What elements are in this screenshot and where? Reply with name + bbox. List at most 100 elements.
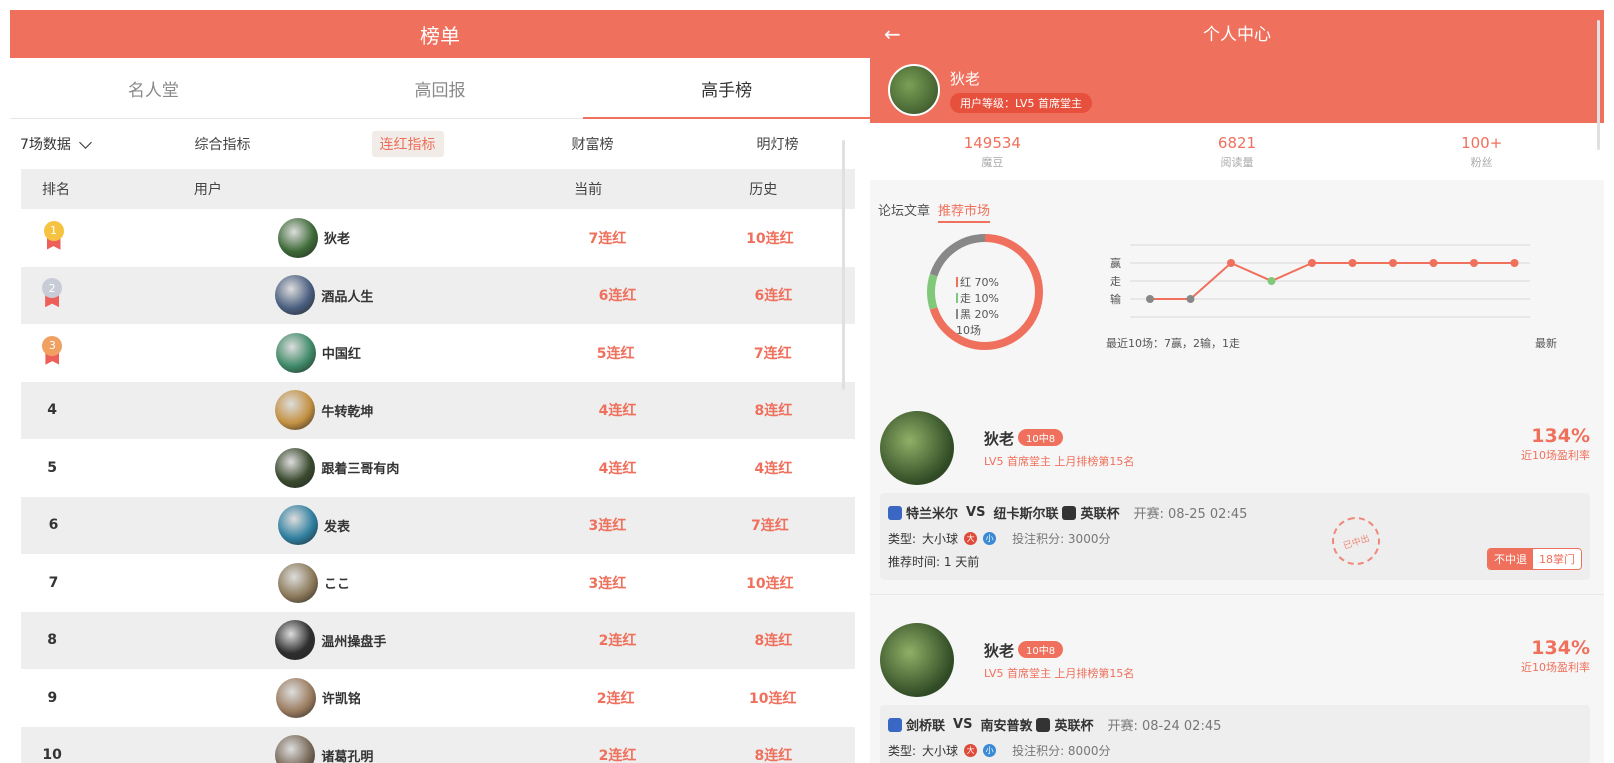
table-row[interactable]: 4 牛转乾坤 4连红 8连红 (21, 381, 855, 439)
line-chart-caption: 最近10场：7赢，2输，1走 (1106, 337, 1240, 350)
recommendation-card[interactable]: 狄老 10中8 LV5 首席堂主 上月排榜第15名 134% 近10场盈利率 剑桥联 VS 南… (870, 615, 1604, 763)
avatar[interactable] (275, 332, 316, 373)
back-arrow-icon[interactable]: ← (884, 22, 901, 46)
avatar[interactable] (278, 562, 318, 603)
bet-type: 大小球 (922, 744, 959, 758)
metric-streak-label: 连红指标 (371, 131, 444, 157)
data-point (1308, 259, 1316, 267)
over-tag-icon: 大 (964, 532, 978, 545)
user-cell[interactable]: 酒品人生 (83, 275, 373, 316)
scrollbar[interactable] (842, 140, 845, 390)
bet-info: 类型: 大小球大小 投注积分: 3000分 (888, 530, 1582, 547)
refund-chip[interactable]: 不中退 18掌门 (1487, 548, 1582, 570)
legend-black-label: 黑 20% (960, 308, 999, 321)
user-name[interactable]: 许凯铭 (322, 688, 361, 707)
rank-number: 8 (47, 632, 58, 649)
y-tick-label: 输 (1110, 292, 1121, 306)
tab-recommend-market[interactable]: 推荐市场 (938, 200, 991, 223)
rank-cell: 1 (21, 220, 86, 255)
range-dropdown-label: 7场数据 (20, 137, 71, 153)
user-cell[interactable]: 诸葛孔明 (83, 735, 373, 763)
user-cell[interactable]: ここ (86, 562, 350, 603)
rank-number: 10 (42, 747, 62, 763)
avatar[interactable] (880, 623, 954, 697)
legend-black: 黑 20% (956, 307, 999, 323)
match-teams: 剑桥联 VS 南安普敦 英联杯 开赛: 08-24 02:45 (888, 715, 1582, 734)
hit-rate-badge: 10中8 (1018, 640, 1064, 658)
user-cell[interactable]: 狄老 (86, 217, 350, 258)
profit-rate: 134% 近10场盈利率 (1521, 425, 1590, 463)
table-row[interactable]: 3 中国红 5连红 7连红 (21, 324, 855, 382)
tab-experts[interactable]: 高手榜 (583, 58, 870, 119)
table-row[interactable]: 6 发表 3连红 7连红 (21, 496, 855, 554)
table-row[interactable]: 7 ここ 3连红 10连红 (21, 554, 855, 612)
scrollbar[interactable] (1597, 20, 1600, 150)
current-streak: 4连红 (598, 460, 637, 477)
user-cell[interactable]: 跟着三哥有肉 (83, 447, 399, 488)
current-streak: 6连红 (598, 288, 637, 305)
current-streak: 5连红 (596, 345, 635, 362)
away-team: 南安普敦 (980, 719, 1033, 734)
avatar[interactable] (275, 390, 316, 431)
avatar[interactable] (888, 64, 940, 116)
avatar[interactable] (275, 677, 316, 718)
tab-forum-articles[interactable]: 论坛文章 (878, 200, 930, 223)
table-row[interactable]: 9 许凯铭 2连红 10连红 (21, 669, 855, 727)
metric-streak[interactable]: 连红指标 (315, 131, 500, 157)
author-name[interactable]: 狄老 (984, 642, 1014, 660)
avatar[interactable] (278, 505, 318, 546)
tab-hall-of-fame[interactable]: 名人堂 (10, 58, 297, 118)
table-row[interactable]: 2 酒品人生 6连红 6连红 (21, 266, 855, 324)
under-tag-icon: 小 (983, 532, 997, 545)
hit-rate-badge: 10中8 (1018, 428, 1064, 446)
y-tick-label: 走 (1110, 275, 1121, 288)
user-name[interactable]: ここ (324, 573, 350, 592)
medal-icon: 3 (40, 335, 64, 366)
user-cell[interactable]: 发表 (86, 505, 350, 546)
user-cell[interactable]: 温州操盘手 (83, 620, 386, 661)
author-name[interactable]: 狄老 (984, 430, 1014, 448)
metric-overall[interactable]: 综合指标 (130, 131, 315, 157)
data-point (1227, 259, 1235, 267)
match-card[interactable]: 剑桥联 VS 南安普敦 英联杯 开赛: 08-24 02:45 类型: 大小球大小 投注积分:… (880, 705, 1590, 763)
tab-high-return[interactable]: 高回报 (297, 58, 584, 118)
donut-legend: 红 70% 走 10% 黑 20% 10场 (956, 275, 999, 339)
leaderboard-header: 榜单 (10, 10, 870, 58)
stat-beans[interactable]: 149534 魔豆 (870, 134, 1115, 170)
user-name[interactable]: 狄老 (324, 228, 350, 247)
stats-charts: 红 70% 走 10% 黑 20% 10场 赢走输 最近10场：7赢，2输，1走… (870, 223, 1604, 383)
bet-info: 类型: 大小球大小 投注积分: 8000分 (888, 742, 1582, 759)
user-cell[interactable]: 许凯铭 (84, 677, 361, 718)
avatar[interactable] (275, 447, 316, 488)
table-row[interactable]: 10 诸葛孔明 2连红 8连红 (21, 726, 855, 763)
avatar[interactable] (275, 620, 316, 661)
match-card[interactable]: 特兰米尔 VS 纽卡斯尔联 英联杯 开赛: 08-25 02:45 类型: 大小球大小 投注积… (880, 493, 1590, 580)
metric-wealth[interactable]: 财富榜 (500, 131, 685, 157)
away-team: 纽卡斯尔联 (993, 507, 1059, 522)
avatar[interactable] (880, 411, 954, 485)
recommendation-card[interactable]: 狄老 10中8 LV5 首席堂主 上月排榜第15名 134% 近10场盈利率 特兰米尔 VS… (870, 403, 1604, 595)
rank-cell: 2 (21, 278, 83, 312)
user-name[interactable]: 中国红 (322, 343, 361, 362)
table-row[interactable]: 8 温州操盘手 2连红 8连红 (21, 611, 855, 669)
feed-tabs: 论坛文章 推荐市场 (870, 200, 1604, 223)
table-row[interactable]: 5 跟着三哥有肉 4连红 4连红 (21, 439, 855, 497)
stat-fans-value: 100+ (1461, 133, 1503, 152)
stat-reads-label: 阅读量 (1220, 155, 1254, 169)
avatar[interactable] (275, 275, 316, 316)
stat-fans[interactable]: 100+ 粉丝 (1359, 134, 1604, 170)
user-cell[interactable]: 中国红 (84, 332, 361, 373)
table-row[interactable]: 1 狄老 7连红 10连红 (21, 209, 855, 267)
rank-cell: 4 (21, 402, 83, 418)
profit-rate-value: 134% (1531, 637, 1590, 659)
user-name[interactable]: 发表 (324, 516, 350, 535)
user-cell[interactable]: 牛转乾坤 (83, 390, 373, 431)
current-streak: 3连红 (588, 518, 627, 535)
range-dropdown[interactable]: 7场数据 (10, 134, 130, 154)
avatar[interactable] (278, 217, 318, 258)
profile-summary: 狄老 用户等级：LV5 首席堂主 (888, 64, 1092, 116)
stat-reads[interactable]: 6821 阅读量 (1115, 134, 1360, 170)
avatar[interactable] (275, 735, 316, 763)
data-point (1470, 259, 1478, 267)
recent-results-line-chart: 赢走输 (1110, 244, 1530, 318)
